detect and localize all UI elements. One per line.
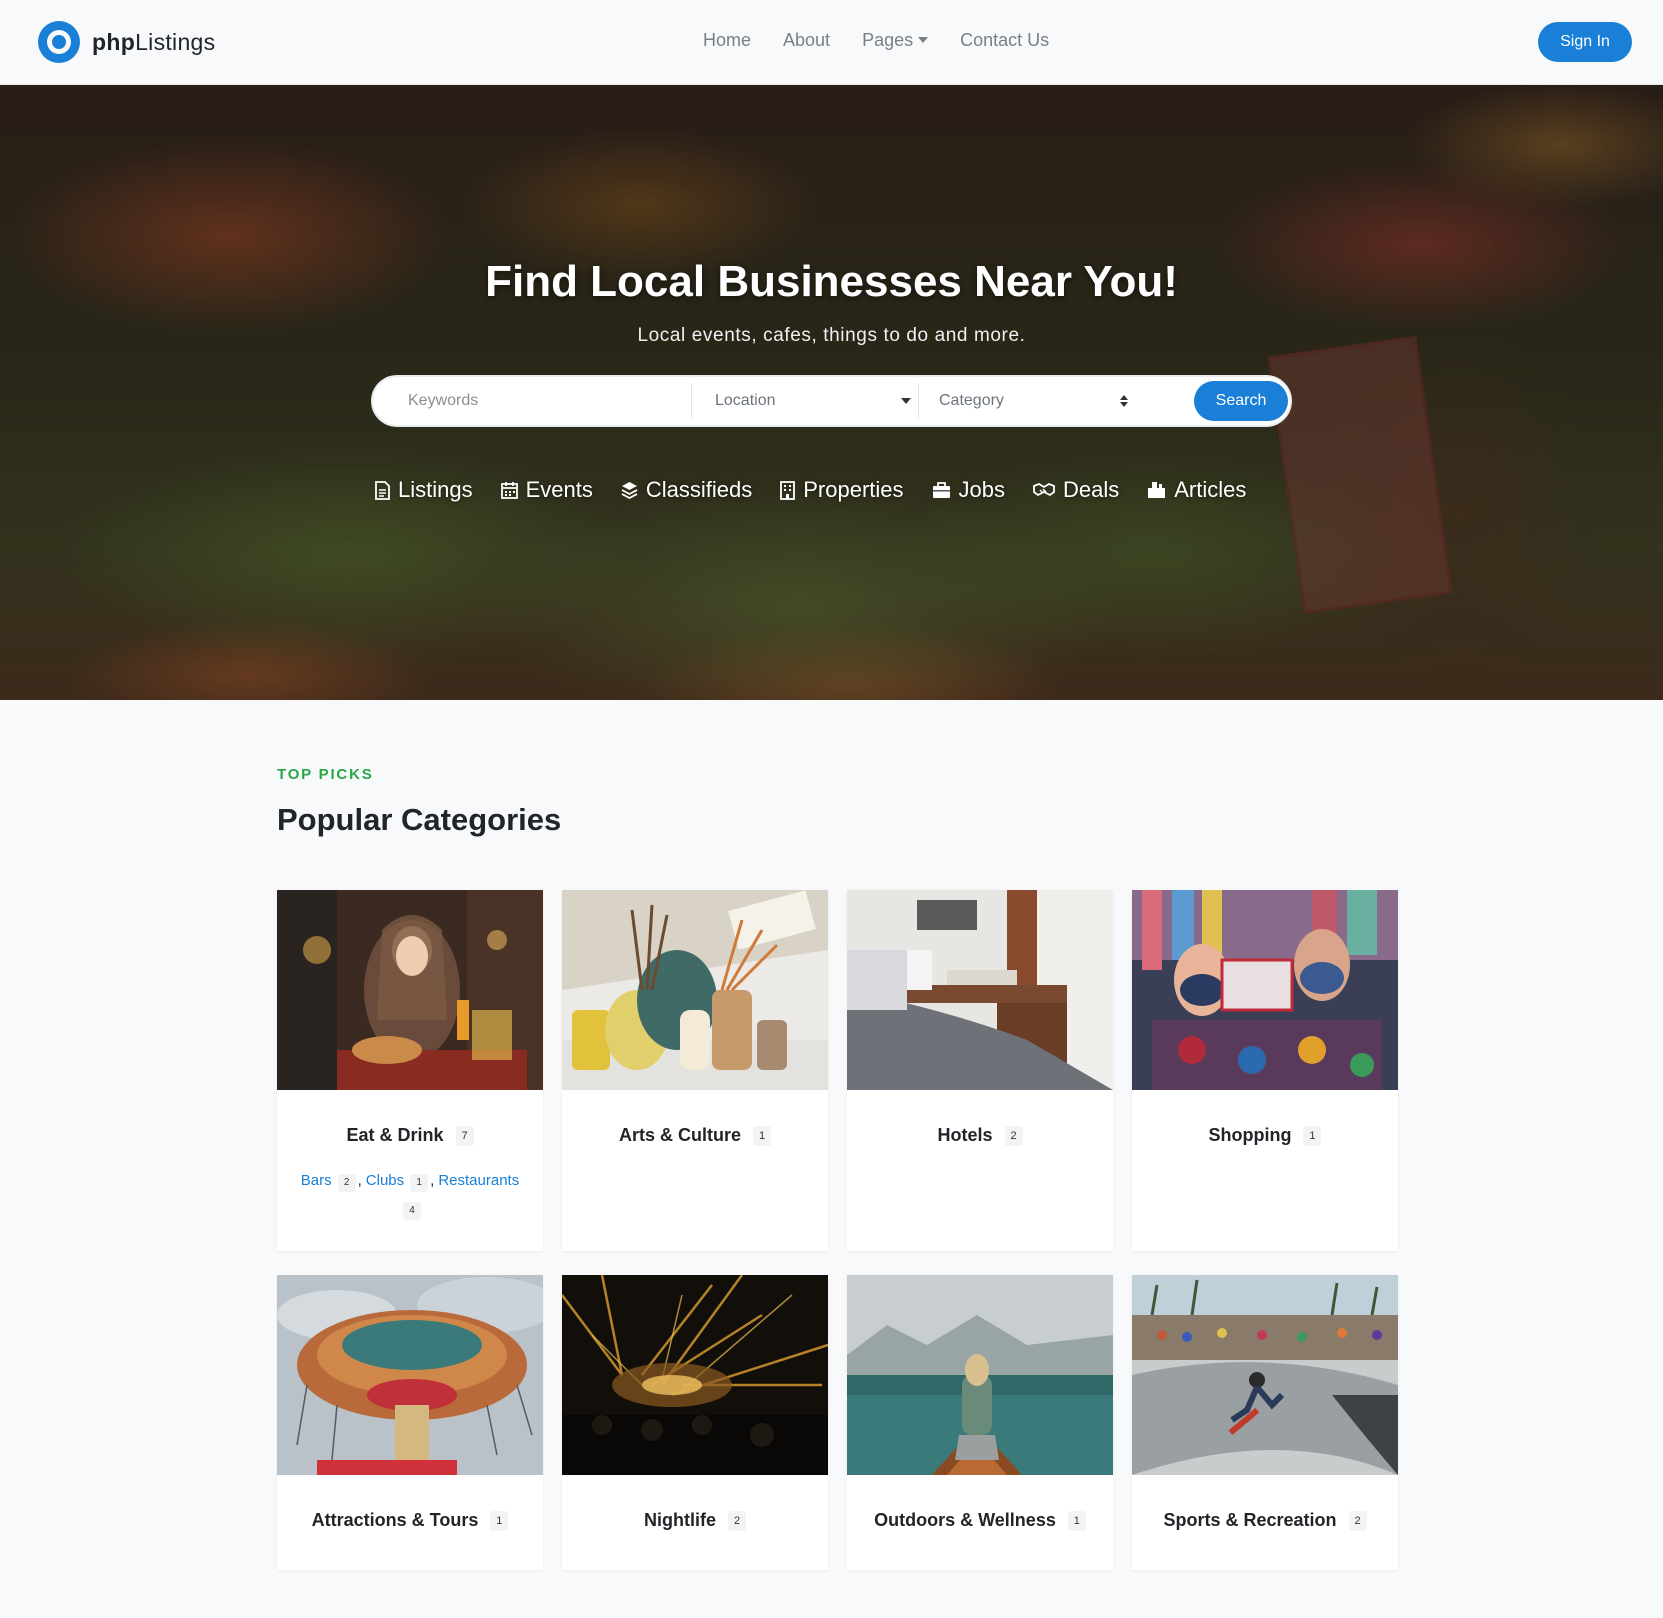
- search-button[interactable]: Search: [1194, 381, 1288, 421]
- category-name: Sports & Recreation: [1163, 1510, 1337, 1530]
- count-badge: 7: [455, 1125, 474, 1146]
- card-title-row: Attractions & Tours 1: [277, 1510, 543, 1531]
- card-title-row: Eat & Drink 7: [277, 1125, 543, 1146]
- search-form: Location Category Search: [371, 375, 1292, 427]
- category-card-outdoors-wellness[interactable]: Outdoors & Wellness 1: [847, 1275, 1113, 1570]
- nav-pages-dropdown[interactable]: Pages: [862, 30, 929, 51]
- search-divider: [691, 383, 692, 419]
- count-badge: 2: [728, 1510, 746, 1531]
- category-card-attractions-tours[interactable]: Attractions & Tours 1: [277, 1275, 543, 1570]
- briefcase-icon: [932, 481, 950, 498]
- tab-listings[interactable]: Listings: [375, 477, 473, 503]
- subcategory-list: Bars 2, Clubs 1, Restaurants 4: [277, 1167, 543, 1223]
- category-image: [277, 890, 543, 1090]
- count-badge: 1: [1067, 1510, 1086, 1531]
- hero-subtitle: Local events, cafes, things to do and mo…: [637, 325, 1026, 346]
- category-name: Shopping: [1208, 1125, 1292, 1145]
- category-card-eat-drink[interactable]: Eat & Drink 7 Bars 2, Clubs 1, Restaurants 4: [277, 890, 543, 1251]
- category-image: [1132, 890, 1398, 1090]
- card-title-row: Outdoors & Wellness 1: [847, 1510, 1113, 1531]
- category-card-shopping[interactable]: Shopping 1: [1132, 890, 1398, 1251]
- card-title-row: Arts & Culture 1: [562, 1125, 828, 1146]
- category-card-arts-culture[interactable]: Arts & Culture 1: [562, 890, 828, 1251]
- section-eyebrow: TOP PICKS: [277, 766, 374, 783]
- card-title-row: Sports & Recreation 2: [1132, 1510, 1398, 1531]
- tab-articles[interactable]: Articles: [1147, 477, 1246, 503]
- count-badge: 1: [1303, 1125, 1322, 1146]
- nav-contact[interactable]: Contact Us: [960, 30, 1049, 51]
- hero-banner: Find Local Businesses Near You! Local ev…: [0, 85, 1663, 700]
- count-badge: 2: [1004, 1125, 1023, 1146]
- location-select[interactable]: Location: [715, 377, 915, 425]
- category-name: Eat & Drink: [346, 1125, 444, 1145]
- count-badge: 1: [410, 1174, 429, 1192]
- tab-properties[interactable]: Properties: [780, 477, 904, 503]
- card-title-row: Shopping 1: [1132, 1125, 1398, 1146]
- category-card-nightlife[interactable]: Nightlife 2: [562, 1275, 828, 1570]
- navbar: phpListings Home About Pages Contact Us …: [0, 0, 1663, 85]
- caret-down-icon: [901, 398, 911, 404]
- subcategory-bars-link[interactable]: Bars: [301, 1172, 332, 1189]
- category-name: Nightlife: [644, 1510, 716, 1530]
- category-name: Hotels: [937, 1125, 993, 1145]
- count-badge: 1: [490, 1510, 509, 1531]
- separator: ,: [430, 1172, 435, 1189]
- newspaper-icon: [1148, 482, 1166, 498]
- card-title-row: Hotels 2: [847, 1125, 1113, 1146]
- brand-name: phpListings: [92, 28, 216, 55]
- search-divider: [918, 383, 919, 419]
- category-name: Arts & Culture: [618, 1125, 741, 1145]
- sign-in-button[interactable]: Sign In: [1538, 22, 1632, 62]
- caret-down-icon: [918, 37, 929, 43]
- listing-type-tabs: Listings Events Classifieds Properties J…: [375, 477, 1274, 503]
- count-badge: 4: [403, 1202, 421, 1220]
- category-card-hotels[interactable]: Hotels 2: [847, 890, 1113, 1251]
- count-badge: 2: [1348, 1510, 1367, 1531]
- calendar-icon: [500, 482, 518, 499]
- category-image: [277, 1275, 543, 1475]
- category-image: [847, 1275, 1113, 1475]
- category-image: [847, 890, 1113, 1090]
- count-badge: 1: [753, 1125, 771, 1146]
- subcategory-restaurants-link[interactable]: Restaurants: [438, 1172, 519, 1189]
- category-card-sports-recreation[interactable]: Sports & Recreation 2: [1132, 1275, 1398, 1570]
- section-title: Popular Categories: [277, 802, 562, 837]
- keywords-input[interactable]: [408, 377, 688, 425]
- separator: ,: [357, 1172, 362, 1189]
- file-icon: [375, 480, 390, 500]
- building-icon: [780, 480, 796, 500]
- tab-events[interactable]: Events: [500, 477, 593, 503]
- handshake-icon: [1033, 482, 1055, 497]
- hero-title: Find Local Businesses Near You!: [485, 257, 1178, 306]
- logo-icon: [38, 21, 80, 63]
- tab-deals[interactable]: Deals: [1033, 477, 1119, 503]
- card-title-row: Nightlife 2: [562, 1510, 828, 1531]
- sort-arrows-icon: [1120, 395, 1128, 407]
- tab-classifieds[interactable]: Classifieds: [621, 477, 752, 503]
- main-nav: Home About Pages Contact Us: [703, 30, 1081, 51]
- category-name: Attractions & Tours: [311, 1510, 479, 1530]
- nav-home[interactable]: Home: [703, 30, 751, 51]
- nav-about[interactable]: About: [783, 30, 830, 51]
- category-image: [562, 890, 828, 1090]
- brand-logo-link[interactable]: phpListings: [38, 21, 215, 63]
- subcategory-clubs-link[interactable]: Clubs: [366, 1172, 404, 1189]
- category-name: Outdoors & Wellness: [874, 1510, 1056, 1530]
- category-image: [1132, 1275, 1398, 1475]
- category-image: [562, 1275, 828, 1475]
- category-select[interactable]: Category: [939, 377, 1139, 425]
- layers-icon: [621, 482, 638, 499]
- tab-jobs[interactable]: Jobs: [932, 477, 1005, 503]
- count-badge: 2: [337, 1174, 356, 1192]
